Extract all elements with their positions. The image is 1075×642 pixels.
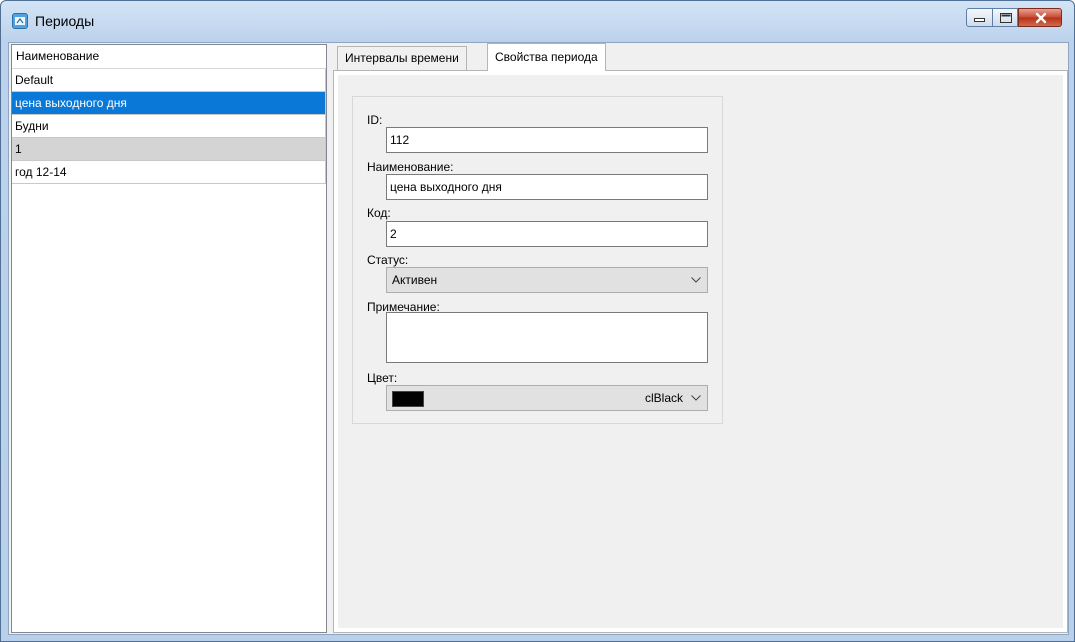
- status-value: Активен: [392, 273, 438, 287]
- list-item-selected[interactable]: цена выходного дня: [12, 92, 326, 115]
- maximize-icon: [1000, 13, 1012, 23]
- list-item[interactable]: 1: [12, 138, 326, 161]
- tab-page-period-properties: ID: 112 Наименование: цена выходного дня…: [333, 70, 1068, 633]
- maximize-button[interactable]: [992, 8, 1018, 27]
- period-properties-group: ID: 112 Наименование: цена выходного дня…: [352, 96, 723, 424]
- close-button[interactable]: [1018, 8, 1062, 27]
- minimize-button[interactable]: [966, 8, 992, 27]
- app-calendar-icon: [12, 13, 28, 29]
- list-column-header[interactable]: Наименование: [12, 45, 326, 69]
- id-label: ID:: [367, 113, 383, 127]
- status-label: Статус:: [367, 253, 409, 267]
- tab-strip: Интервалы времени Свойства периода: [333, 43, 1068, 71]
- tab-page-body: ID: 112 Наименование: цена выходного дня…: [338, 75, 1063, 628]
- periods-list[interactable]: Наименование Default цена выходного дня …: [11, 44, 327, 633]
- periods-window: Периоды Наименование Default цена выходн…: [0, 0, 1075, 642]
- code-field[interactable]: 2: [386, 221, 708, 247]
- window-controls: [966, 8, 1062, 28]
- color-value: clBlack: [644, 391, 683, 405]
- window-title: Периоды: [35, 13, 95, 29]
- list-item[interactable]: Будни: [12, 115, 326, 138]
- title-bar[interactable]: Периоды: [1, 1, 1074, 37]
- tab-time-intervals[interactable]: Интервалы времени: [337, 46, 467, 70]
- note-field[interactable]: [386, 312, 708, 363]
- chevron-down-icon: [691, 395, 701, 401]
- chevron-down-icon: [691, 277, 701, 283]
- name-label: Наименование:: [367, 160, 454, 174]
- window-client-area: Наименование Default цена выходного дня …: [8, 42, 1069, 635]
- color-label: Цвет:: [367, 371, 398, 385]
- status-dropdown[interactable]: Активен: [386, 267, 708, 293]
- tab-period-properties[interactable]: Свойства периода: [487, 43, 606, 71]
- color-swatch: [392, 391, 424, 407]
- name-field[interactable]: цена выходного дня: [386, 174, 708, 200]
- code-label: Код:: [367, 206, 391, 220]
- list-item[interactable]: Default: [12, 69, 326, 92]
- minimize-icon: [974, 18, 985, 22]
- list-item[interactable]: год 12-14: [12, 161, 326, 184]
- color-dropdown[interactable]: clBlack: [386, 385, 708, 411]
- close-icon: [1035, 12, 1047, 24]
- id-field[interactable]: 112: [386, 127, 708, 153]
